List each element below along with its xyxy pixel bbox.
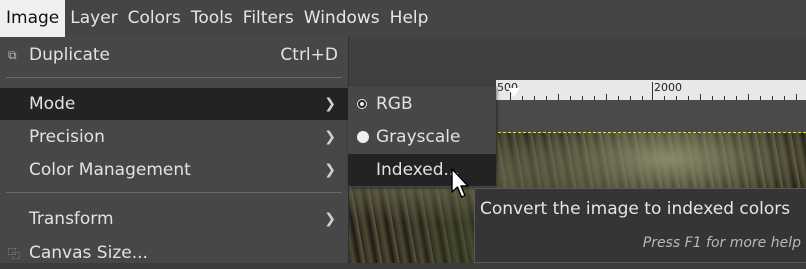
chevron-right-icon: ❯ (324, 96, 336, 112)
menu-colors[interactable]: Colors (123, 0, 186, 37)
image-menu: ⧉ Duplicate Ctrl+D Mode ❯ Precision ❯ Co… (0, 37, 349, 263)
menu-image[interactable]: Image (0, 0, 66, 37)
chevron-right-icon: ❯ (324, 211, 336, 227)
menu-item-precision[interactable]: Precision ❯ (0, 121, 348, 153)
menu-separator (6, 77, 342, 78)
submenu-item-label: Grayscale (376, 127, 461, 147)
submenu-item-rgb[interactable]: RGB (348, 88, 496, 120)
ruler-tick (652, 82, 653, 100)
menu-separator (6, 192, 342, 193)
tooltip-help-hint: Press F1 for more help (642, 235, 801, 251)
menu-item-label: Transform (29, 209, 114, 229)
menu-item-label: Duplicate (29, 45, 110, 65)
submenu-item-grayscale[interactable]: Grayscale (348, 121, 496, 153)
submenu-item-label: RGB (376, 94, 413, 114)
chevron-right-icon: ❯ (324, 129, 336, 145)
canvas-size-icon: ⿻ (8, 246, 21, 261)
menu-tools[interactable]: Tools (186, 0, 238, 37)
menu-layer[interactable]: Layer (65, 0, 122, 37)
menu-help[interactable]: Help (385, 0, 434, 37)
mouse-pointer-icon (451, 168, 469, 198)
menu-filters[interactable]: Filters (238, 0, 299, 37)
mode-submenu: RGB Grayscale Indexed... (348, 86, 496, 187)
submenu-item-indexed[interactable]: Indexed... (348, 154, 496, 186)
menu-item-mode[interactable]: Mode ❯ (0, 88, 348, 120)
menu-item-color-management[interactable]: Color Management ❯ (0, 154, 348, 186)
canvas-padding (496, 100, 806, 133)
radio-dot-icon (357, 131, 369, 143)
menu-windows[interactable]: Windows (299, 0, 385, 37)
chevron-right-icon: ❯ (324, 162, 336, 178)
menu-item-transform[interactable]: Transform ❯ (0, 203, 348, 235)
menu-item-label: Mode (29, 94, 76, 114)
menu-item-canvas-size[interactable]: ⿻ Canvas Size... (0, 237, 348, 269)
shortcut-label: Ctrl+D (280, 45, 338, 65)
duplicate-icon: ⧉ (8, 47, 17, 62)
ruler-label: 2000 (654, 81, 682, 94)
radio-selected-icon (357, 99, 367, 109)
horizontal-ruler[interactable]: 500 2000 (496, 80, 806, 101)
menu-item-label: Color Management (29, 160, 191, 180)
tooltip-text: Convert the image to indexed colors (480, 199, 791, 219)
menubar: Image Layer Colors Tools Filters Windows… (0, 0, 806, 37)
menu-item-label: Canvas Size... (29, 243, 148, 263)
submenu-item-label: Indexed... (376, 160, 460, 180)
tooltip: Convert the image to indexed colors Pres… (474, 188, 806, 263)
menu-item-duplicate[interactable]: ⧉ Duplicate Ctrl+D (0, 39, 348, 71)
ruler-pointer-icon (508, 88, 520, 97)
menu-item-label: Precision (29, 127, 105, 147)
